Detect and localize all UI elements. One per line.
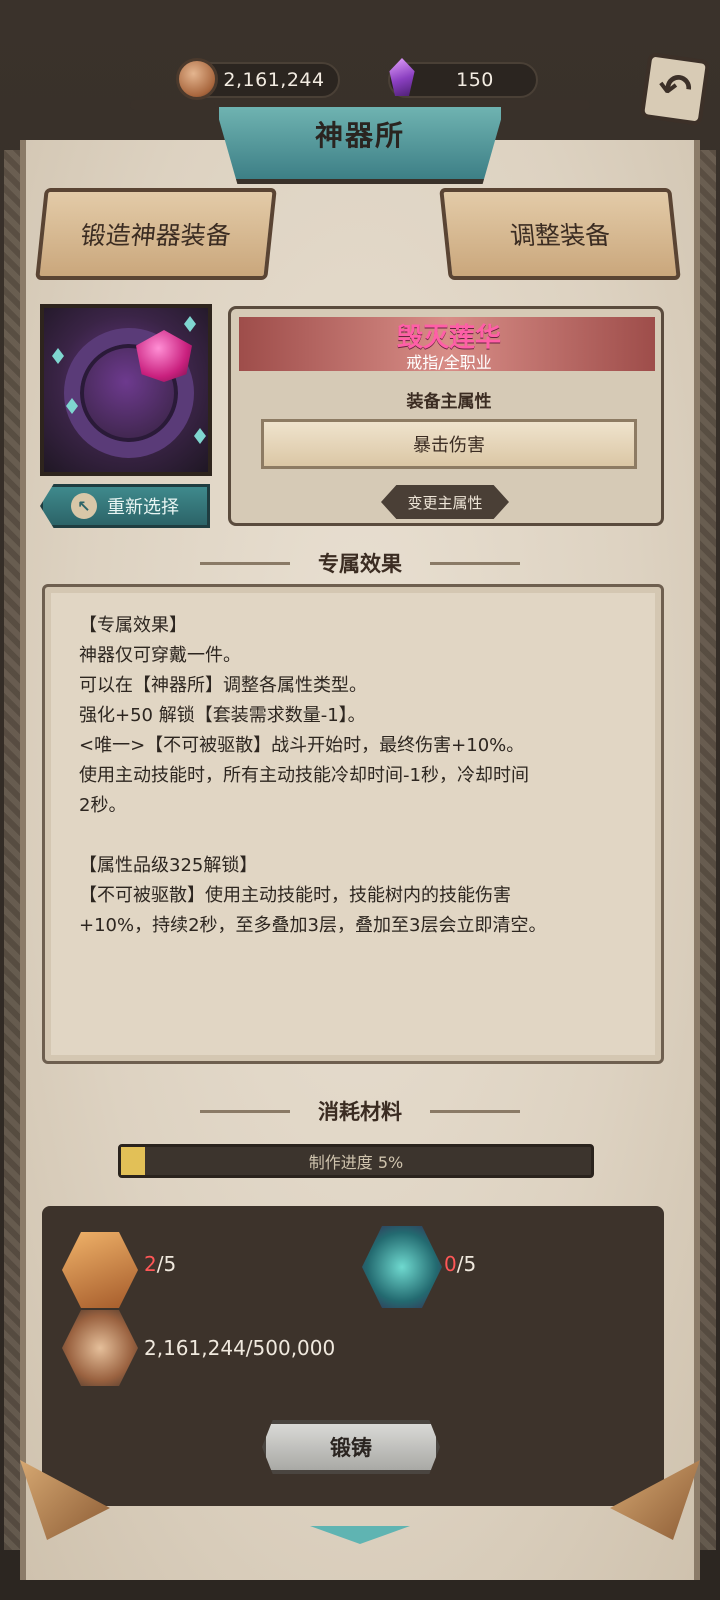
reselect-label: 重新选择 xyxy=(107,497,179,518)
effect-line: 【专属效果】 xyxy=(79,615,187,636)
cyan-crystal-icon[interactable] xyxy=(362,1226,442,1308)
effect-line: 强化+50 解锁【套装需求数量-1】。 xyxy=(79,705,366,726)
change-attribute-label: 变更主属性 xyxy=(407,493,483,512)
materials-title: 消耗材料 xyxy=(318,1100,402,1124)
main-attribute-text: 暴击伤害 xyxy=(413,435,485,456)
effect-line: +10%，持续2秒，至多叠加3层，叠加至3层会立即清空。 xyxy=(79,915,547,936)
ingot-count: 2/5 xyxy=(144,1252,176,1276)
main-attribute-heading: 装备主属性 xyxy=(406,392,492,412)
left-border-pattern xyxy=(4,150,20,1550)
artifact-portrait[interactable] xyxy=(40,304,212,476)
coin-counter: 2,161,244 xyxy=(176,58,340,100)
artifact-info-panel: 毁灭莲华 戒指/全职业 装备主属性 暴击伤害 变更主属性 xyxy=(228,306,664,526)
effect-line xyxy=(79,821,627,851)
effect-line: 2秒。 xyxy=(79,795,127,816)
crystal-need: /5 xyxy=(456,1252,477,1276)
tab-label: 调整装备 xyxy=(508,221,612,250)
copper-ingot-icon[interactable] xyxy=(62,1232,138,1308)
page-title: 神器所 xyxy=(314,119,405,152)
effect-line: 【不可被驱散】使用主动技能时，技能树内的技能伤害 xyxy=(79,885,511,906)
ingot-have: 2 xyxy=(144,1252,157,1276)
effects-title: 专属效果 xyxy=(318,552,402,576)
crystal-shard-icon xyxy=(52,348,64,364)
tab-adjust-equipment[interactable]: 调整装备 xyxy=(439,188,681,280)
effects-text-box: 【专属效果】 神器仅可穿戴一件。 可以在【神器所】调整各属性类型。 强化+50 … xyxy=(42,584,664,1064)
effect-line: 可以在【神器所】调整各属性类型。 xyxy=(79,675,367,696)
reselect-button[interactable]: ↖ 重新选择 xyxy=(40,484,210,528)
progress-label: 制作进度 5% xyxy=(308,1153,404,1172)
right-border-pattern xyxy=(700,150,716,1550)
back-button[interactable]: ↶ xyxy=(639,52,711,126)
back-arrow-icon: ↖ xyxy=(71,493,97,519)
craft-progress-bar: 制作进度 5% xyxy=(118,1144,594,1178)
effect-line: 神器仅可穿戴一件。 xyxy=(79,645,241,666)
coin-cost: 2,161,244/500,000 xyxy=(144,1336,336,1360)
return-arrow-icon: ↶ xyxy=(655,63,695,115)
copper-coin-icon xyxy=(176,58,218,100)
ingot-need: /5 xyxy=(156,1252,177,1276)
artifact-type: 戒指/全职业 xyxy=(406,353,492,372)
effect-line: 【属性品级325解锁】 xyxy=(79,855,258,876)
change-attribute-button[interactable]: 变更主属性 xyxy=(381,485,509,519)
crystal-shard-icon xyxy=(184,316,196,332)
forge-button[interactable]: 锻铸 xyxy=(262,1420,440,1474)
gem-counter: 150 xyxy=(388,58,538,98)
tab-forge-artifact[interactable]: 锻造神器装备 xyxy=(35,188,277,280)
forge-label: 锻铸 xyxy=(330,1436,372,1460)
effect-line: <唯一>【不可被驱散】战斗开始时，最终伤害+10%。 xyxy=(79,735,525,756)
main-attribute-value: 暴击伤害 xyxy=(261,419,637,469)
copper-coin-icon[interactable] xyxy=(62,1310,138,1386)
effect-line: 使用主动技能时，所有主动技能冷却时间-1秒，冷却时间 xyxy=(79,765,529,786)
tab-label: 锻造神器装备 xyxy=(79,221,233,250)
crystal-shard-icon xyxy=(194,428,206,444)
crystal-count: 0/5 xyxy=(444,1252,476,1276)
crystal-have: 0 xyxy=(444,1252,457,1276)
